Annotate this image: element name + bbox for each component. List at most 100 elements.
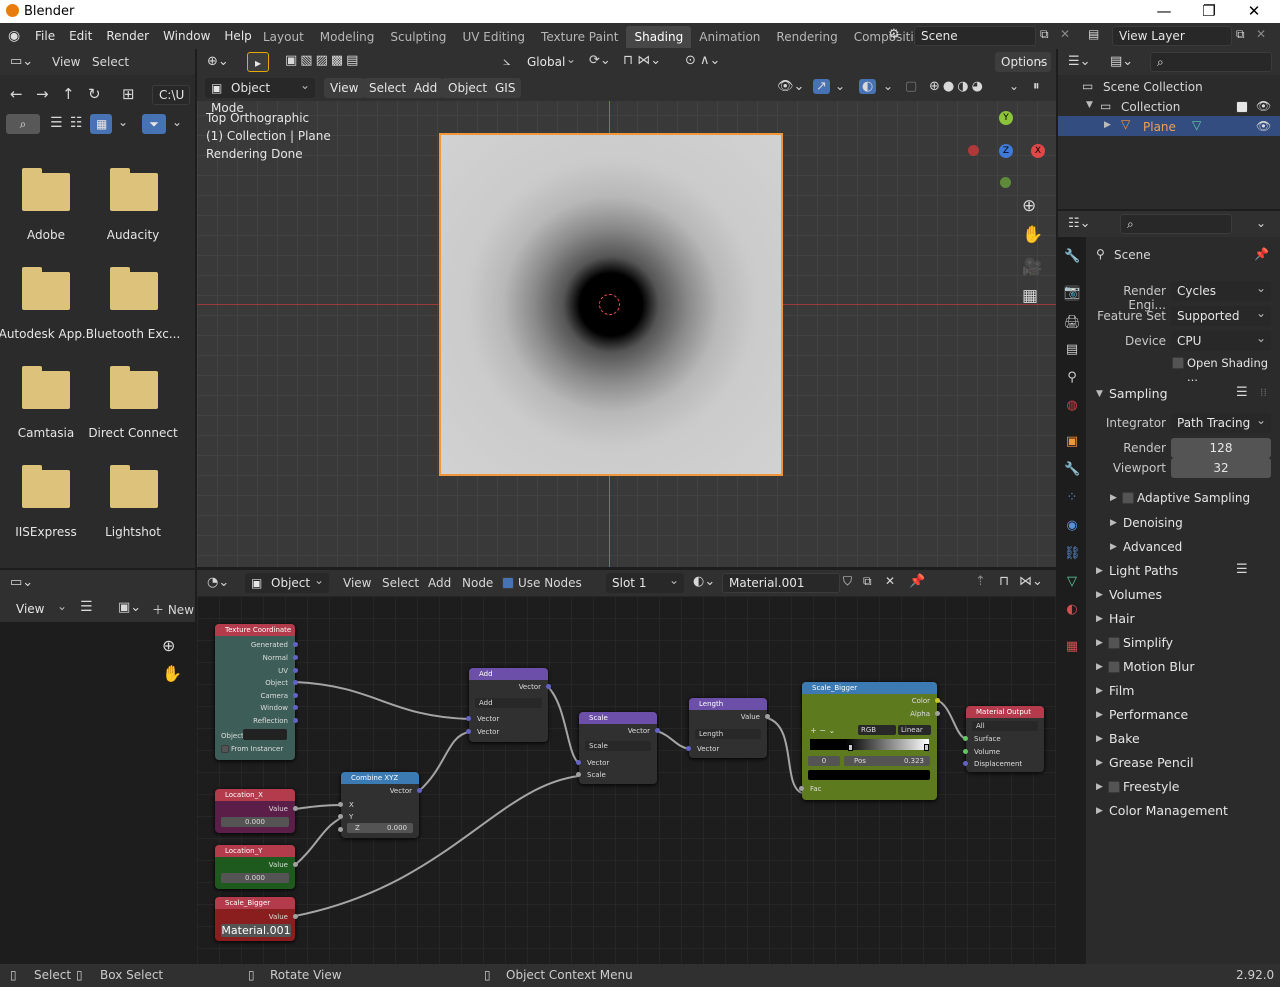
view-layer-tab-icon[interactable]: ▤ bbox=[1064, 342, 1080, 358]
node-material-output[interactable]: Material Output All Surface Volume Displ… bbox=[963, 706, 1044, 772]
fb-menu-select[interactable]: Select bbox=[92, 55, 129, 69]
editor-type-icon[interactable]: ▭⌄ bbox=[10, 54, 33, 69]
parent-node-tree-icon[interactable]: ⇡ bbox=[975, 574, 986, 589]
vp-menu-gis[interactable]: GIS bbox=[489, 78, 522, 98]
menu-file[interactable]: File bbox=[28, 23, 62, 49]
socket[interactable] bbox=[338, 827, 343, 832]
properties-search-field[interactable]: ⌕ bbox=[1120, 214, 1232, 234]
tab-rendering[interactable]: Rendering bbox=[768, 26, 845, 48]
socket[interactable] bbox=[765, 714, 770, 719]
section-light-paths[interactable]: Light Paths bbox=[1109, 563, 1178, 578]
tab-layout[interactable]: Layout bbox=[255, 26, 312, 48]
visibility-icon[interactable]: 👁⌄ bbox=[777, 79, 804, 94]
expand-arrow-icon[interactable]: ▶ bbox=[1104, 120, 1111, 130]
sampling-expand-icon[interactable]: ▼ bbox=[1096, 389, 1103, 399]
expand-arrow-icon[interactable]: ▼ bbox=[1086, 100, 1093, 110]
physics-tab-icon[interactable]: ◉ bbox=[1064, 518, 1080, 534]
image-browse-icon[interactable]: ▣⌄ bbox=[118, 600, 141, 615]
material-tab-icon[interactable]: ◐ bbox=[1064, 602, 1080, 618]
section-bake[interactable]: Bake bbox=[1109, 731, 1140, 746]
outliner-item-scene-collection[interactable]: Scene Collection bbox=[1103, 80, 1203, 94]
node-editor-canvas[interactable]: Texture Coordinate Generated Normal UV O… bbox=[197, 596, 1056, 964]
zoom-icon[interactable]: ⊕ bbox=[162, 636, 175, 655]
socket[interactable] bbox=[293, 693, 298, 698]
expand-arrow-icon[interactable]: ▶ bbox=[1110, 518, 1117, 528]
short-list-icon[interactable]: ☷ bbox=[70, 115, 83, 131]
overlay-chevron-icon[interactable]: ⌄ bbox=[883, 79, 893, 93]
section-hair[interactable]: Hair bbox=[1109, 611, 1135, 626]
socket[interactable] bbox=[546, 684, 551, 689]
search-icon[interactable]: ⌕ bbox=[6, 114, 40, 134]
expand-arrow-icon[interactable]: ▶ bbox=[1096, 590, 1103, 600]
operation-dropdown[interactable]: Add bbox=[475, 698, 542, 708]
delete-view-layer-icon[interactable]: ✕ bbox=[1256, 27, 1266, 41]
list-view-icon[interactable]: ☰ bbox=[50, 115, 63, 131]
pivot-icon[interactable]: ⟳⌄ bbox=[589, 53, 611, 68]
pan-hand-icon[interactable]: ✋ bbox=[1022, 225, 1043, 245]
socket[interactable] bbox=[293, 680, 298, 685]
operation-dropdown[interactable]: Scale bbox=[585, 741, 651, 751]
open-shading-checkbox[interactable] bbox=[1172, 357, 1184, 369]
filter-chevron-icon[interactable]: ⌄ bbox=[172, 115, 182, 129]
node-location-x[interactable]: Location_X Value 0.000 bbox=[215, 789, 298, 833]
gizmo-y-icon[interactable]: Y bbox=[999, 111, 1013, 125]
editor-type-icon[interactable]: ⊕⌄ bbox=[207, 54, 229, 69]
gizmo-z-icon[interactable]: Z bbox=[999, 144, 1013, 158]
vp-menu-add[interactable]: Add bbox=[408, 78, 444, 98]
socket[interactable] bbox=[655, 728, 660, 733]
collection-exclude-checkbox[interactable] bbox=[1236, 101, 1248, 113]
view-layer-icon[interactable]: ▤ bbox=[1088, 27, 1099, 41]
socket[interactable] bbox=[799, 786, 804, 791]
particles-tab-icon[interactable]: ⁘ bbox=[1064, 490, 1080, 506]
output-tab-icon[interactable]: 🖨 bbox=[1064, 315, 1081, 331]
shading-chevron-icon[interactable]: ⌄ bbox=[1009, 79, 1019, 93]
socket[interactable] bbox=[686, 746, 691, 751]
presets-list-icon[interactable]: ☰ bbox=[1236, 562, 1248, 577]
node-location-y[interactable]: Location_Y Value 0.000 bbox=[215, 845, 298, 889]
socket[interactable] bbox=[466, 729, 471, 734]
view-options-chevron-icon[interactable]: ⌄ bbox=[118, 115, 128, 129]
gizmo-neg-y-icon[interactable] bbox=[1000, 177, 1011, 188]
adaptive-sampling-label[interactable]: Adaptive Sampling bbox=[1137, 491, 1250, 505]
color-mode-dropdown[interactable]: RGB bbox=[858, 725, 896, 735]
motion-blur-checkbox[interactable] bbox=[1108, 661, 1120, 673]
outliner-item-collection[interactable]: Collection bbox=[1121, 100, 1180, 114]
section-performance[interactable]: Performance bbox=[1109, 707, 1188, 722]
expand-arrow-icon[interactable]: ▶ bbox=[1096, 734, 1103, 744]
socket[interactable] bbox=[293, 718, 298, 723]
material-name-field[interactable]: Material.001 bbox=[722, 573, 840, 593]
gizmo-icon[interactable]: ↗ bbox=[813, 79, 830, 94]
constraints-tab-icon[interactable]: ⛓ bbox=[1064, 546, 1081, 562]
snap-icon[interactable]: ⊓ bbox=[999, 574, 1009, 589]
expand-arrow-icon[interactable]: ▶ bbox=[1110, 493, 1117, 503]
eye-icon[interactable]: 👁 bbox=[1256, 119, 1271, 133]
vp-menu-select[interactable]: Select bbox=[363, 78, 413, 98]
overlay-icon[interactable]: ◐ bbox=[859, 79, 877, 94]
expand-arrow-icon[interactable]: ▶ bbox=[1096, 758, 1103, 768]
expand-arrow-icon[interactable]: ▶ bbox=[1096, 686, 1103, 696]
close-icon[interactable]: ✕ bbox=[1234, 2, 1274, 20]
new-folder-icon[interactable]: ⊞ bbox=[122, 85, 135, 103]
expand-arrow-icon[interactable]: ▶ bbox=[1096, 614, 1103, 624]
options-dropdown[interactable]: Options bbox=[995, 49, 1051, 72]
socket[interactable] bbox=[293, 862, 298, 867]
node-color-ramp[interactable]: Scale_Bigger Color Alpha + − ⌄ RGB Linea… bbox=[799, 682, 940, 800]
section-simplify[interactable]: Simplify bbox=[1123, 635, 1173, 650]
menu-render[interactable]: Render bbox=[99, 23, 156, 49]
pan-hand-icon[interactable]: ✋ bbox=[162, 664, 182, 683]
adaptive-sampling-checkbox[interactable] bbox=[1122, 492, 1134, 504]
render-engine-dropdown[interactable]: Cycles bbox=[1171, 278, 1271, 301]
device-dropdown[interactable]: CPU bbox=[1171, 328, 1271, 351]
use-nodes-checkbox[interactable] bbox=[502, 577, 514, 589]
fb-menu-view[interactable]: View bbox=[52, 55, 80, 69]
value-field[interactable]: Material.001 bbox=[221, 924, 291, 937]
viewport-samples-field[interactable]: 32 bbox=[1171, 458, 1271, 478]
slot-dropdown[interactable]: Slot 1 bbox=[606, 570, 684, 593]
menu-help[interactable]: Help bbox=[217, 23, 258, 49]
socket[interactable] bbox=[417, 788, 422, 793]
node-scale-bigger-value[interactable]: Scale_Bigger Value Material.001 bbox=[215, 897, 298, 941]
expand-arrow-icon[interactable]: ▶ bbox=[1096, 710, 1103, 720]
stop-index-field[interactable]: 0 bbox=[808, 756, 840, 766]
menu-edit[interactable]: Edit bbox=[62, 23, 99, 49]
expand-arrow-icon[interactable]: ▶ bbox=[1096, 806, 1103, 816]
